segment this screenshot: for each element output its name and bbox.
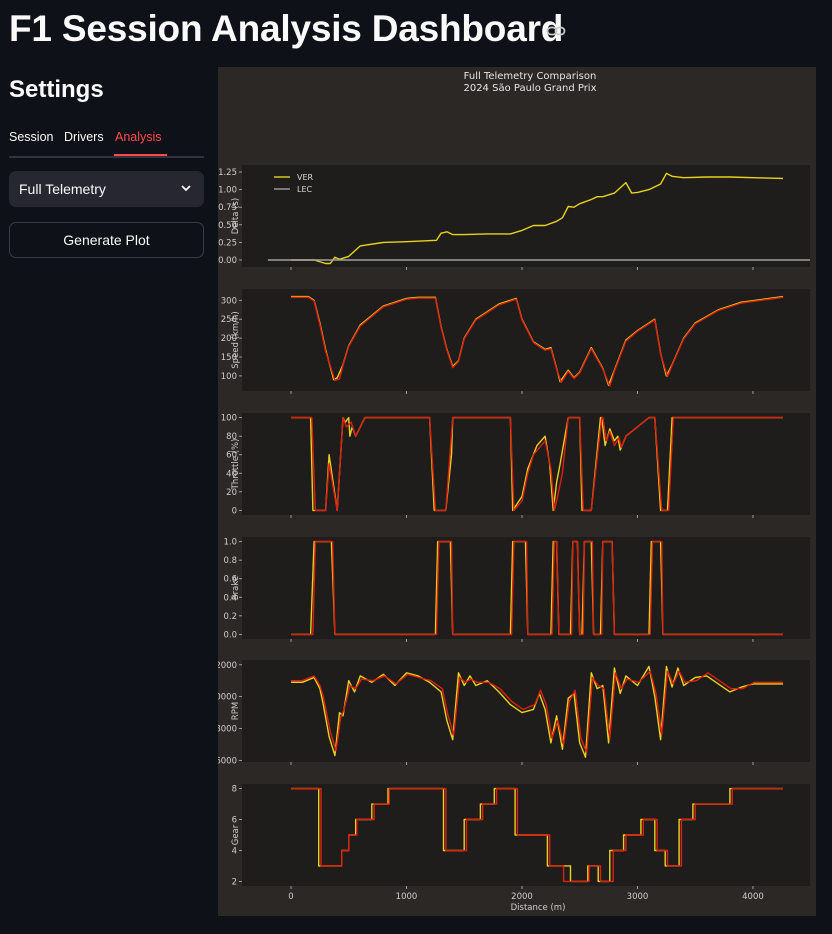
- legend-label: LEC: [297, 185, 313, 194]
- x-axis-label: Distance (m): [511, 903, 566, 913]
- x-tick-label: 3000: [627, 892, 649, 902]
- y-tick-label: 1.0: [223, 538, 237, 548]
- chevron-down-icon: [181, 185, 191, 192]
- page-title: F1 Session Analysis Dashboard: [9, 8, 564, 49]
- y-axis-label: Speed (km/h): [231, 311, 241, 368]
- y-axis-label: Delta (s): [231, 198, 241, 234]
- chart-title: Full Telemetry Comparison: [464, 71, 597, 82]
- sidebar-title: Settings: [9, 76, 104, 103]
- y-tick-label: 8: [232, 785, 237, 795]
- panel-1: 0.000.250.500.751.001.25Delta (s)VERLEC: [218, 165, 810, 270]
- y-tick-label: 6000: [218, 756, 237, 766]
- x-tick-label: 0: [288, 892, 293, 902]
- panel-2: 100150200250300Speed (km/h): [221, 289, 810, 394]
- panel-5: 6000 8000 10000 12000 RPM: [218, 660, 810, 766]
- y-tick-label: 100: [221, 372, 237, 382]
- y-tick-label: 2: [232, 877, 237, 887]
- y-tick-label: 300: [221, 296, 237, 306]
- y-tick-label: 100: [221, 414, 237, 424]
- tab-session[interactable]: Session: [9, 130, 53, 144]
- y-tick-label: 1.25: [218, 168, 237, 178]
- legend-label: VER: [297, 173, 314, 182]
- tab-analysis[interactable]: Analysis: [115, 130, 162, 144]
- sidebar-tabs: Session Drivers Analysis: [9, 126, 204, 158]
- y-tick-label: 6: [232, 816, 237, 826]
- tab-drivers[interactable]: Drivers: [64, 130, 104, 144]
- generate-plot-button[interactable]: Generate Plot: [9, 222, 204, 258]
- y-tick-label: 0.0: [223, 630, 237, 640]
- telemetry-chart: Full Telemetry Comparison2024 São Paulo …: [218, 71, 810, 913]
- panel-background: [242, 289, 810, 391]
- x-tick-label: 1000: [396, 892, 418, 902]
- y-tick-label: 4: [232, 846, 237, 856]
- y-tick-label: 0.00: [218, 256, 237, 266]
- y-axis-label: RPM: [231, 702, 241, 720]
- telemetry-figure: Full Telemetry Comparison 2024 São Paulo …: [218, 67, 816, 916]
- y-axis-label: Throttle (%): [231, 439, 241, 491]
- active-tab-indicator: [114, 154, 167, 156]
- y-tick-label: 12000: [218, 661, 237, 671]
- panel-3: 020406080100Throttle (%): [221, 413, 810, 518]
- chart-subtitle: 2024 São Paulo Grand Prix: [463, 83, 596, 94]
- x-tick-label: 4000: [742, 892, 764, 902]
- panel-background: [242, 413, 810, 515]
- panel-4: 0.00.20.40.60.81.0Brake: [223, 537, 810, 642]
- y-tick-label: 8000: [218, 725, 237, 735]
- y-axis-label: Gear: [231, 824, 241, 845]
- y-tick-label: 10000: [218, 693, 237, 703]
- y-tick-label: 0.2: [223, 612, 237, 622]
- y-axis-label: Brake: [231, 576, 241, 600]
- x-tick-label: 2000: [511, 892, 533, 902]
- panel-background: [242, 165, 810, 267]
- y-tick-label: 0.25: [218, 238, 237, 248]
- y-tick-label: 0.8: [223, 556, 237, 566]
- analysis-type-value: Full Telemetry: [19, 181, 106, 197]
- panel-6: 2 4 6 8 Gear 0 1000 2000 3000 4000 Distance (m): [231, 784, 810, 913]
- link-icon[interactable]: [546, 24, 566, 38]
- y-tick-label: 0: [232, 506, 237, 516]
- y-tick-label: 1.00: [218, 186, 237, 196]
- analysis-type-select[interactable]: Full Telemetry: [9, 171, 204, 207]
